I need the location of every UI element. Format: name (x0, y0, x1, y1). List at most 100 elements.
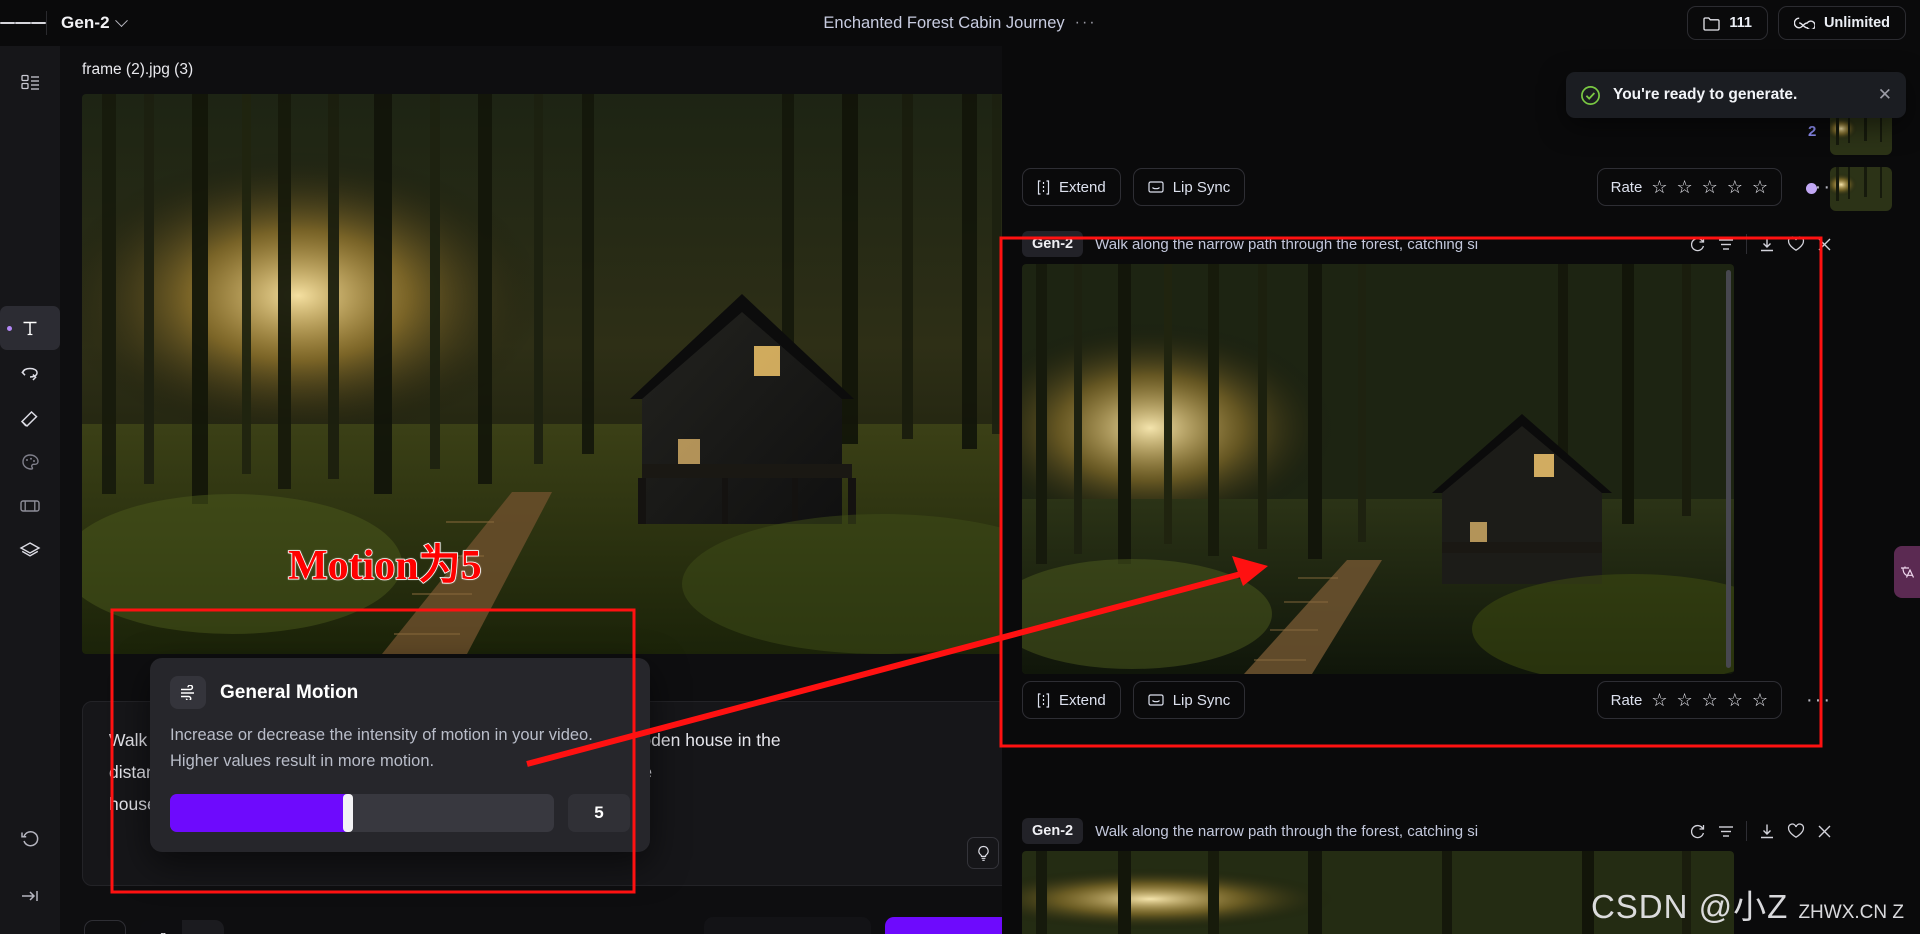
star-icon[interactable]: ☆ (1727, 691, 1743, 709)
card-prompt-text: Walk along the narrow path through the f… (1095, 822, 1479, 840)
star-icon[interactable]: ☆ (1676, 691, 1692, 709)
sidebar-item-palette[interactable] (10, 442, 50, 482)
motion-slider-handle[interactable] (342, 794, 353, 832)
rate-control-1[interactable]: Rate ☆ ☆ ☆ ☆ ☆ (1596, 168, 1783, 206)
left-panel-header: frame (2).jpg (3) (60, 46, 1062, 94)
video-scrollbar[interactable] (1726, 270, 1731, 668)
card-more-button[interactable]: ··· (1806, 690, 1832, 710)
card-controls-1: Extend Lip Sync Rate ☆ ☆ ☆ ☆ ☆ ··· (1012, 161, 1842, 213)
refresh-icon (1690, 824, 1705, 838)
generation-card-2[interactable]: Gen-2 Walk along the narrow path through… (1012, 224, 1842, 726)
model-badge: Gen-2 (1022, 231, 1084, 257)
motion-slider[interactable] (170, 794, 554, 832)
star-icon[interactable]: ☆ (1676, 178, 1692, 196)
details-button[interactable] (1718, 825, 1734, 838)
list-icon (1719, 825, 1733, 837)
generation-card-1[interactable]: Extend Lip Sync Rate ☆ ☆ ☆ ☆ ☆ ··· (1012, 161, 1842, 213)
toast-message: You're ready to generate. (1613, 86, 1798, 103)
star-icon[interactable]: ☆ (1702, 691, 1718, 709)
favorite-button[interactable] (1787, 236, 1805, 252)
sidebar-item-layers[interactable] (10, 530, 50, 570)
toast-close-button[interactable]: ✕ (1878, 85, 1892, 105)
close-card-button[interactable] (1817, 237, 1832, 252)
forest-preview-image (82, 94, 1022, 654)
plan-label: Unlimited (1823, 15, 1890, 31)
popover-description-line-2: Higher values result in more motion. (170, 752, 435, 770)
hamburger-icon[interactable] (0, 0, 46, 46)
prompt-ideas-button[interactable] (967, 837, 999, 869)
top-bar: Gen-2 Enchanted Forest Cabin Journey ···… (0, 0, 1920, 46)
model-selector-label: Gen-2 (61, 13, 110, 32)
transform-tool-icon (21, 367, 38, 381)
rate-control-2[interactable]: Rate ☆ ☆ ☆ ☆ ☆ (1596, 681, 1783, 719)
extend-icon (1037, 692, 1050, 708)
frame-tool-icon (20, 500, 40, 512)
rail-bottom-group (10, 818, 50, 920)
extend-label: Extend (1059, 691, 1106, 709)
sidebar-item-dashboard[interactable] (10, 62, 50, 102)
feedback-side-tab[interactable] (1894, 546, 1920, 598)
extend-label: Extend (1059, 178, 1106, 196)
uploaded-filename: frame (2).jpg (3) (82, 61, 194, 78)
lip-sync-button[interactable]: Lip Sync (1132, 168, 1246, 206)
extend-button[interactable]: Extend (1022, 168, 1121, 206)
brush-tool-icon (20, 410, 38, 428)
heart-icon (1787, 823, 1805, 838)
sidebar-item-text[interactable] (0, 306, 60, 350)
free-previews-button[interactable]: Free previews (703, 916, 871, 934)
star-icon[interactable]: ☆ (1702, 178, 1718, 196)
star-icon[interactable]: ☆ (1727, 178, 1743, 196)
generations-panel: 0:00 / 0:04 Extend (1002, 46, 1920, 934)
assets-button[interactable]: 111 (1687, 6, 1768, 40)
favorite-button[interactable] (1787, 823, 1805, 839)
rate-label: Rate (1610, 691, 1643, 709)
card-video-2[interactable] (1022, 264, 1734, 674)
lipsync-icon (1148, 694, 1164, 706)
sidebar-item-transform[interactable] (10, 354, 50, 394)
image-preview-canvas[interactable] (82, 94, 1022, 654)
top-bar-right: 111 Unlimited (1687, 6, 1906, 40)
extend-button[interactable]: Extend (1022, 681, 1121, 719)
thumbnail-active-dot (1806, 183, 1817, 194)
sidebar-item-frame[interactable] (10, 486, 50, 526)
chevron-down-icon (114, 13, 128, 27)
plan-button[interactable]: Unlimited (1777, 6, 1906, 40)
star-icon[interactable]: ☆ (1651, 178, 1667, 196)
wind-icon (140, 920, 182, 934)
palette-tool-icon (22, 454, 39, 470)
details-button[interactable] (1718, 238, 1734, 251)
model-selector[interactable]: Gen-2 (47, 13, 140, 33)
watermark: CSDN @小Z ZHWX.CN Z (1591, 880, 1904, 928)
header-divider (1746, 821, 1747, 841)
forest-video-frame (1022, 264, 1734, 674)
motion-slider-fill (170, 794, 347, 832)
motion-setting-chip[interactable]: 5 (140, 919, 224, 934)
regenerate-button[interactable] (1689, 236, 1706, 253)
translate-icon (1901, 566, 1914, 578)
close-card-button[interactable] (1817, 824, 1832, 839)
lip-sync-button[interactable]: Lip Sync (1132, 681, 1246, 719)
project-title-group[interactable]: Enchanted Forest Cabin Journey ··· (823, 14, 1096, 33)
star-icon[interactable]: ☆ (1752, 178, 1768, 196)
page-title: Enchanted Forest Cabin Journey (823, 13, 1065, 32)
generate-actions: Free previews Generate 4s (703, 916, 1038, 934)
star-icon[interactable]: ☆ (1651, 691, 1667, 709)
generation-settings-button[interactable] (84, 919, 126, 934)
lipsync-icon (1148, 181, 1164, 193)
download-button[interactable] (1759, 823, 1775, 840)
collapse-panel-button[interactable] (10, 876, 50, 916)
generate-toolbar: 5 Free previews Generate 4s (60, 901, 1062, 934)
toast-notification[interactable]: You're ready to generate. ✕ (1566, 72, 1906, 118)
thumbnail-item[interactable] (1830, 167, 1892, 211)
undo-button[interactable] (10, 818, 50, 858)
sidebar-item-brush[interactable] (10, 398, 50, 438)
motion-slider-value[interactable]: 5 (568, 794, 630, 832)
regenerate-button[interactable] (1689, 823, 1706, 840)
project-more-icon[interactable]: ··· (1075, 15, 1097, 31)
star-icon[interactable]: ☆ (1752, 691, 1768, 709)
lipsync-label: Lip Sync (1172, 178, 1231, 196)
general-motion-popover[interactable]: General Motion Increase or decrease the … (150, 658, 650, 852)
download-button[interactable] (1759, 236, 1775, 253)
download-icon (1761, 824, 1773, 838)
extend-icon (1037, 179, 1050, 195)
